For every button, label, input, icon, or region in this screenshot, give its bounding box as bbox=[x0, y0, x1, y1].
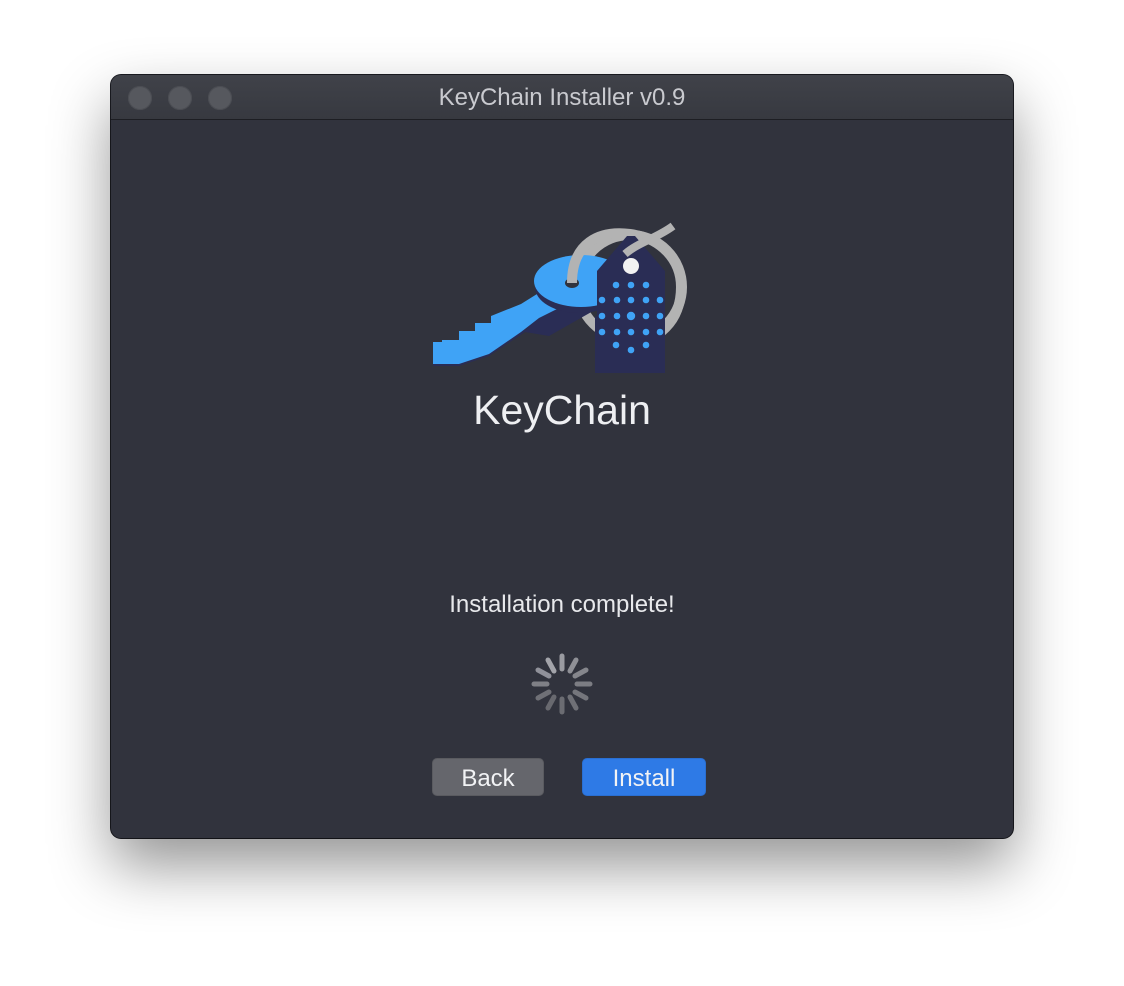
loading-spinner-icon bbox=[531, 653, 593, 715]
install-button[interactable]: Install bbox=[582, 758, 706, 796]
window-title: KeyChain Installer v0.9 bbox=[438, 84, 686, 111]
app-name: KeyChain bbox=[473, 387, 651, 433]
installer-window: KeyChain Installer v0.9 KeyChain Install… bbox=[111, 75, 1013, 838]
title-bar[interactable]: KeyChain Installer v0.9 bbox=[111, 75, 1013, 120]
keychain-logo-icon bbox=[433, 222, 687, 373]
installation-status: Installation complete! bbox=[449, 591, 675, 618]
back-button[interactable]: Back bbox=[432, 758, 544, 796]
